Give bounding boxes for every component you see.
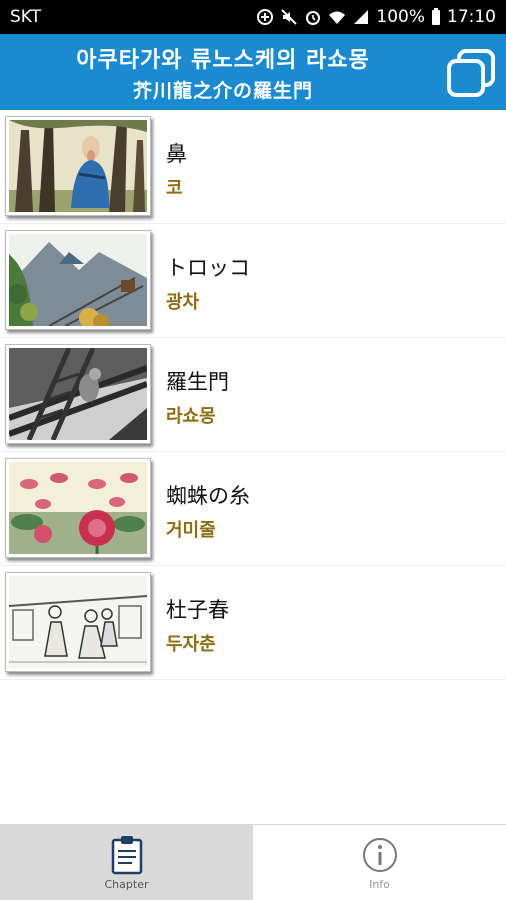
tab-label: Info: [369, 878, 390, 891]
chapter-item-rashomon[interactable]: 羅生門 라쇼몽: [0, 338, 506, 452]
wifi-icon: [328, 8, 346, 26]
chapter-korean-title: 두자춘: [166, 634, 216, 655]
battery-icon: [431, 8, 441, 26]
chapter-thumbnail: [5, 230, 151, 330]
app-title: 아쿠타가와 류노스케의 라쇼몽: [76, 48, 370, 73]
chapter-title: 鼻: [166, 142, 187, 166]
alarm-icon: [304, 8, 322, 26]
mountain-railway-illustration: [9, 234, 147, 326]
chapter-item-nose[interactable]: 鼻 코: [0, 110, 506, 224]
lotus-pond-illustration: [9, 462, 147, 554]
window-stack-icon: [447, 49, 495, 97]
chapter-item-trolley[interactable]: トロッコ 광차: [0, 224, 506, 338]
village-crowd-illustration: [9, 576, 147, 668]
chapter-thumbnail: [5, 458, 151, 558]
tab-info[interactable]: Info: [253, 825, 506, 900]
status-bar: SKT 100% 17:10: [0, 0, 506, 34]
chapter-thumbnail: [5, 572, 151, 672]
chapter-item-spider-thread[interactable]: 蜘蛛の糸 거미줄: [0, 452, 506, 566]
info-circle-icon: [361, 834, 399, 876]
signal-icon: [352, 8, 370, 26]
chapter-thumbnail: [5, 116, 151, 216]
status-icons: 100% 17:10: [256, 7, 496, 27]
window-stack-button[interactable]: [444, 46, 498, 100]
chapter-korean-title: 광차: [166, 292, 200, 313]
tab-chapter[interactable]: Chapter: [0, 825, 253, 900]
monk-in-forest-illustration: [9, 120, 147, 212]
chapter-title: 羅生門: [166, 370, 229, 394]
chapter-title: 杜子春: [166, 598, 229, 622]
chapter-korean-title: 코: [166, 178, 183, 199]
chapter-item-tu-tzu-chun[interactable]: 杜子春 두자춘: [0, 566, 506, 680]
gate-ladder-illustration: [9, 348, 147, 440]
mute-icon: [280, 8, 298, 26]
chapter-korean-title: 라쇼몽: [166, 406, 216, 427]
app-subtitle: 芥川龍之介の羅生門: [132, 80, 313, 102]
chapter-list: 鼻 코 トロッコ 광차 羅生門 라쇼몽 蜘蛛の糸 거미줄 杜子春 두자춘: [0, 110, 506, 680]
carrier-label: SKT: [10, 7, 42, 27]
clipboard-icon: [108, 834, 146, 876]
chapter-thumbnail: [5, 344, 151, 444]
data-saver-icon: [256, 8, 274, 26]
bottom-navigation: Chapter Info: [0, 824, 506, 900]
app-header: 아쿠타가와 류노스케의 라쇼몽 芥川龍之介の羅生門: [0, 34, 506, 110]
battery-percent: 100%: [376, 7, 425, 27]
tab-label: Chapter: [104, 878, 149, 891]
chapter-korean-title: 거미줄: [166, 520, 216, 541]
chapter-title: 蜘蛛の糸: [166, 484, 250, 508]
chapter-title: トロッコ: [166, 256, 250, 280]
clock: 17:10: [447, 7, 496, 27]
